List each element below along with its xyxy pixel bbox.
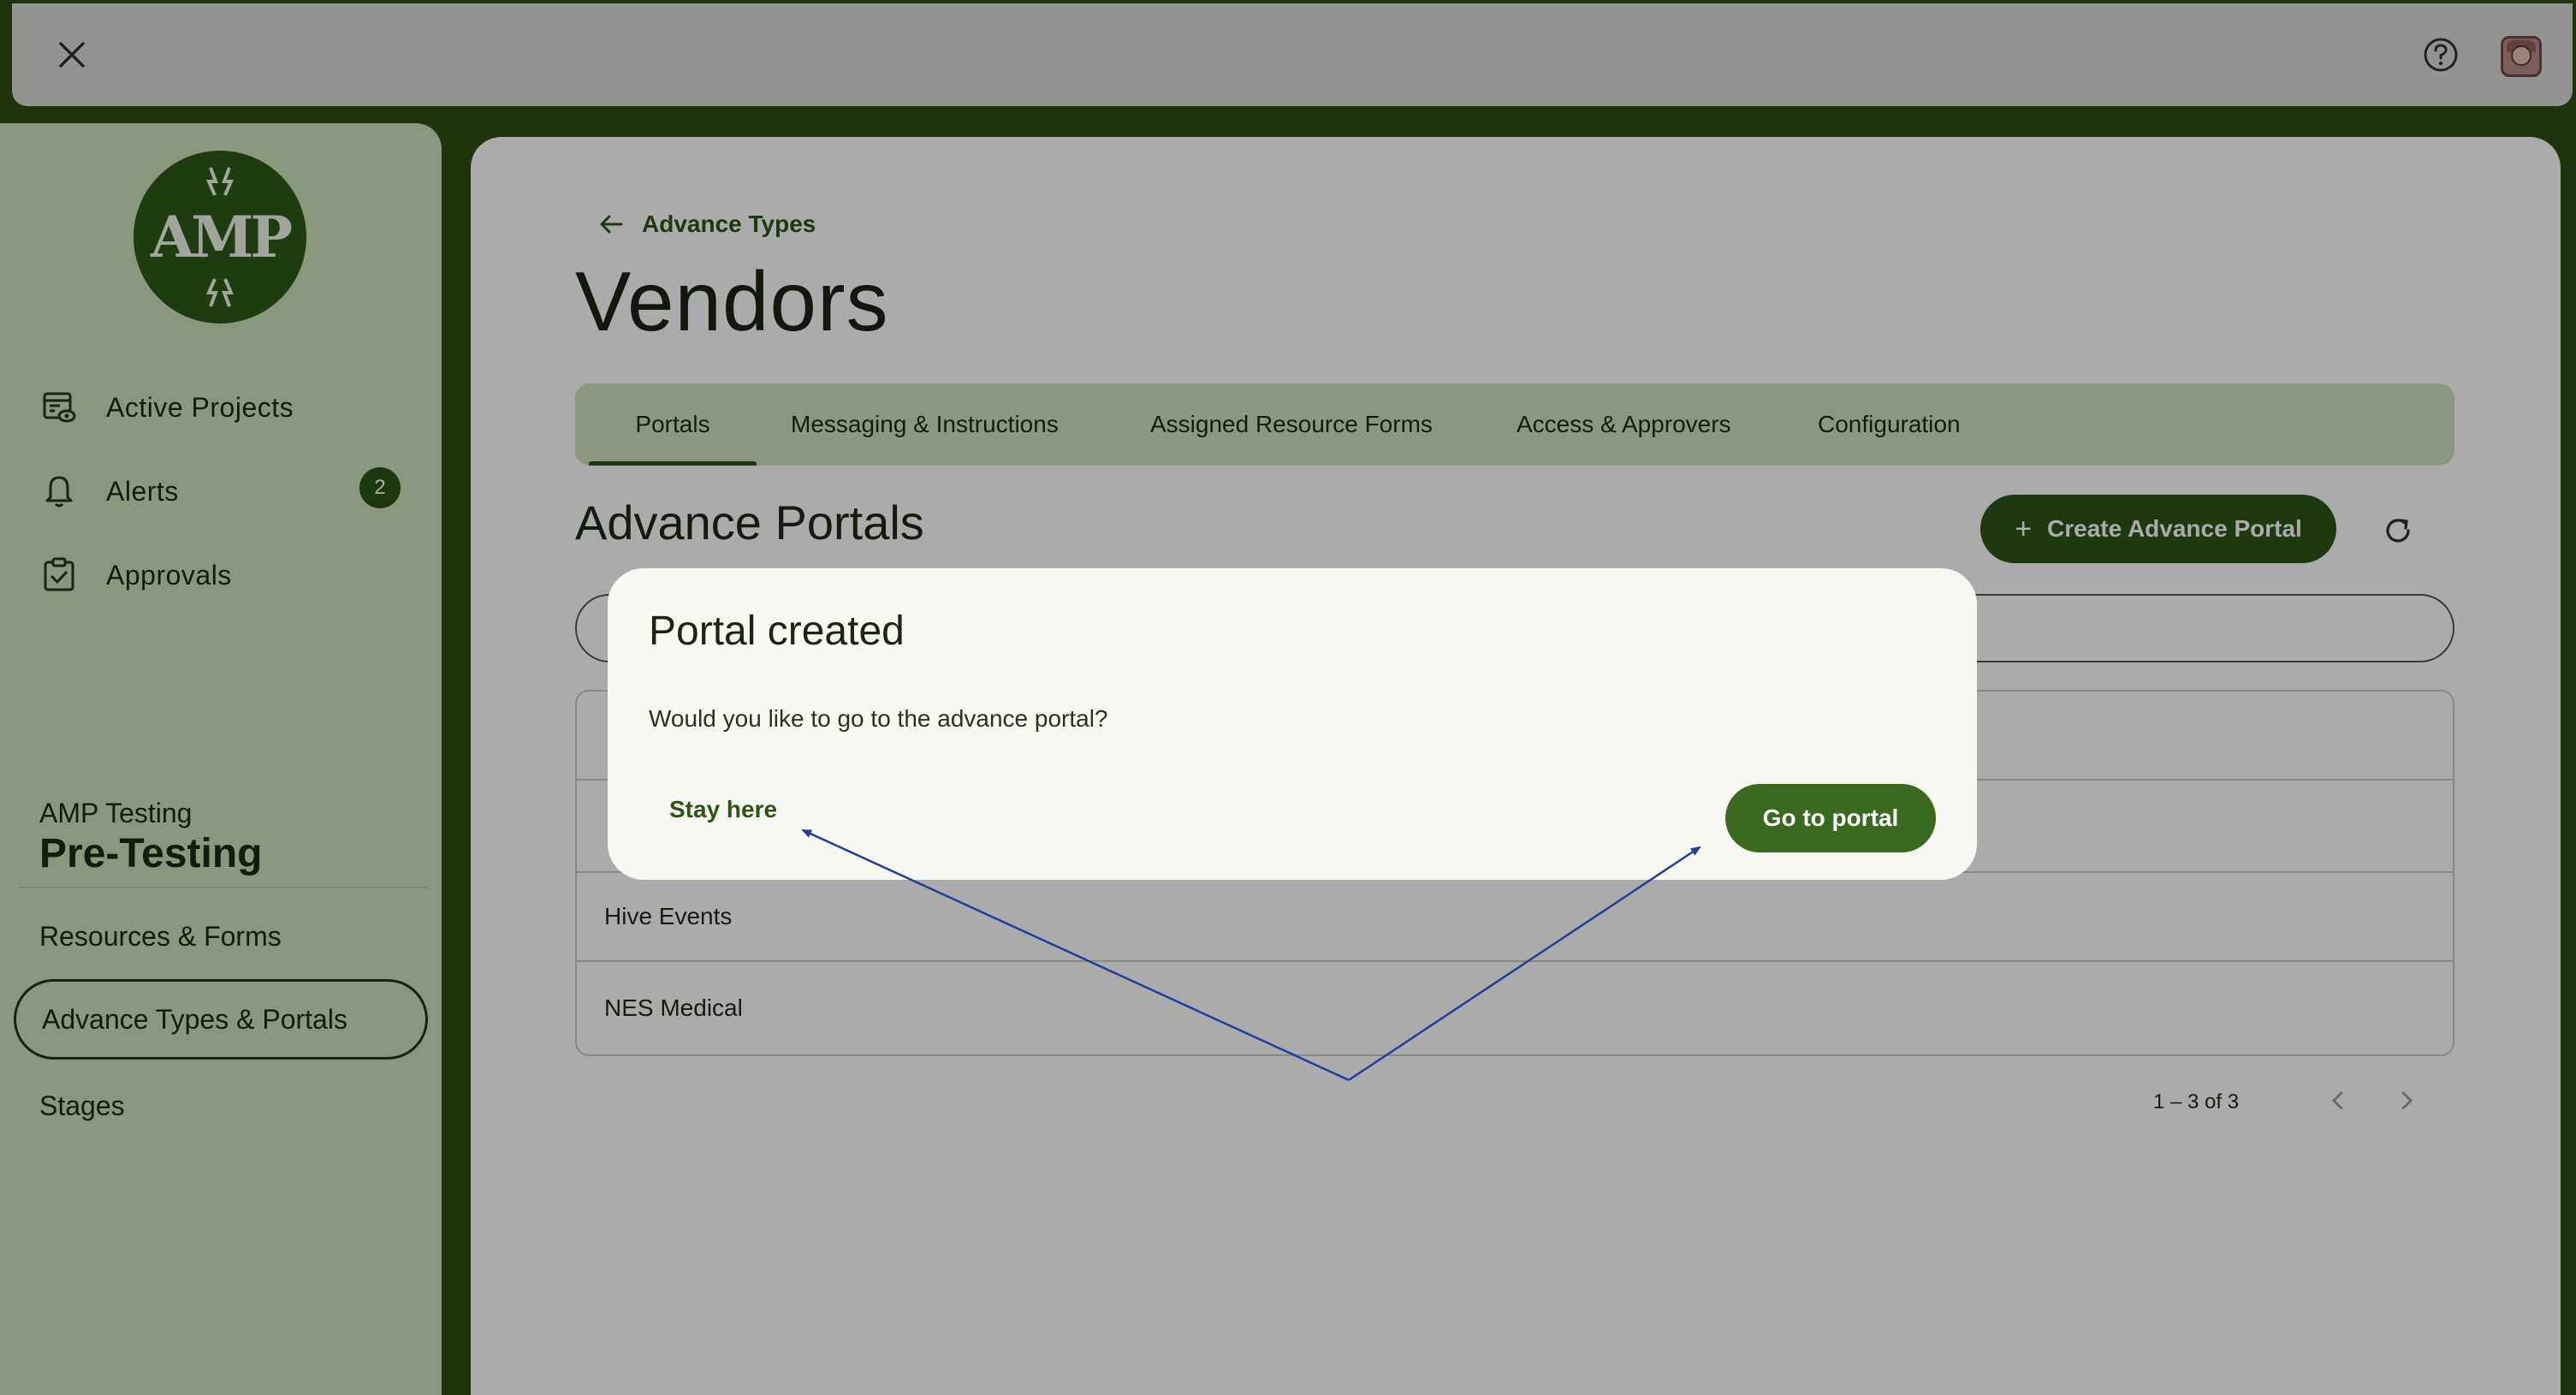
annotation-arrows: [801, 828, 1701, 1082]
